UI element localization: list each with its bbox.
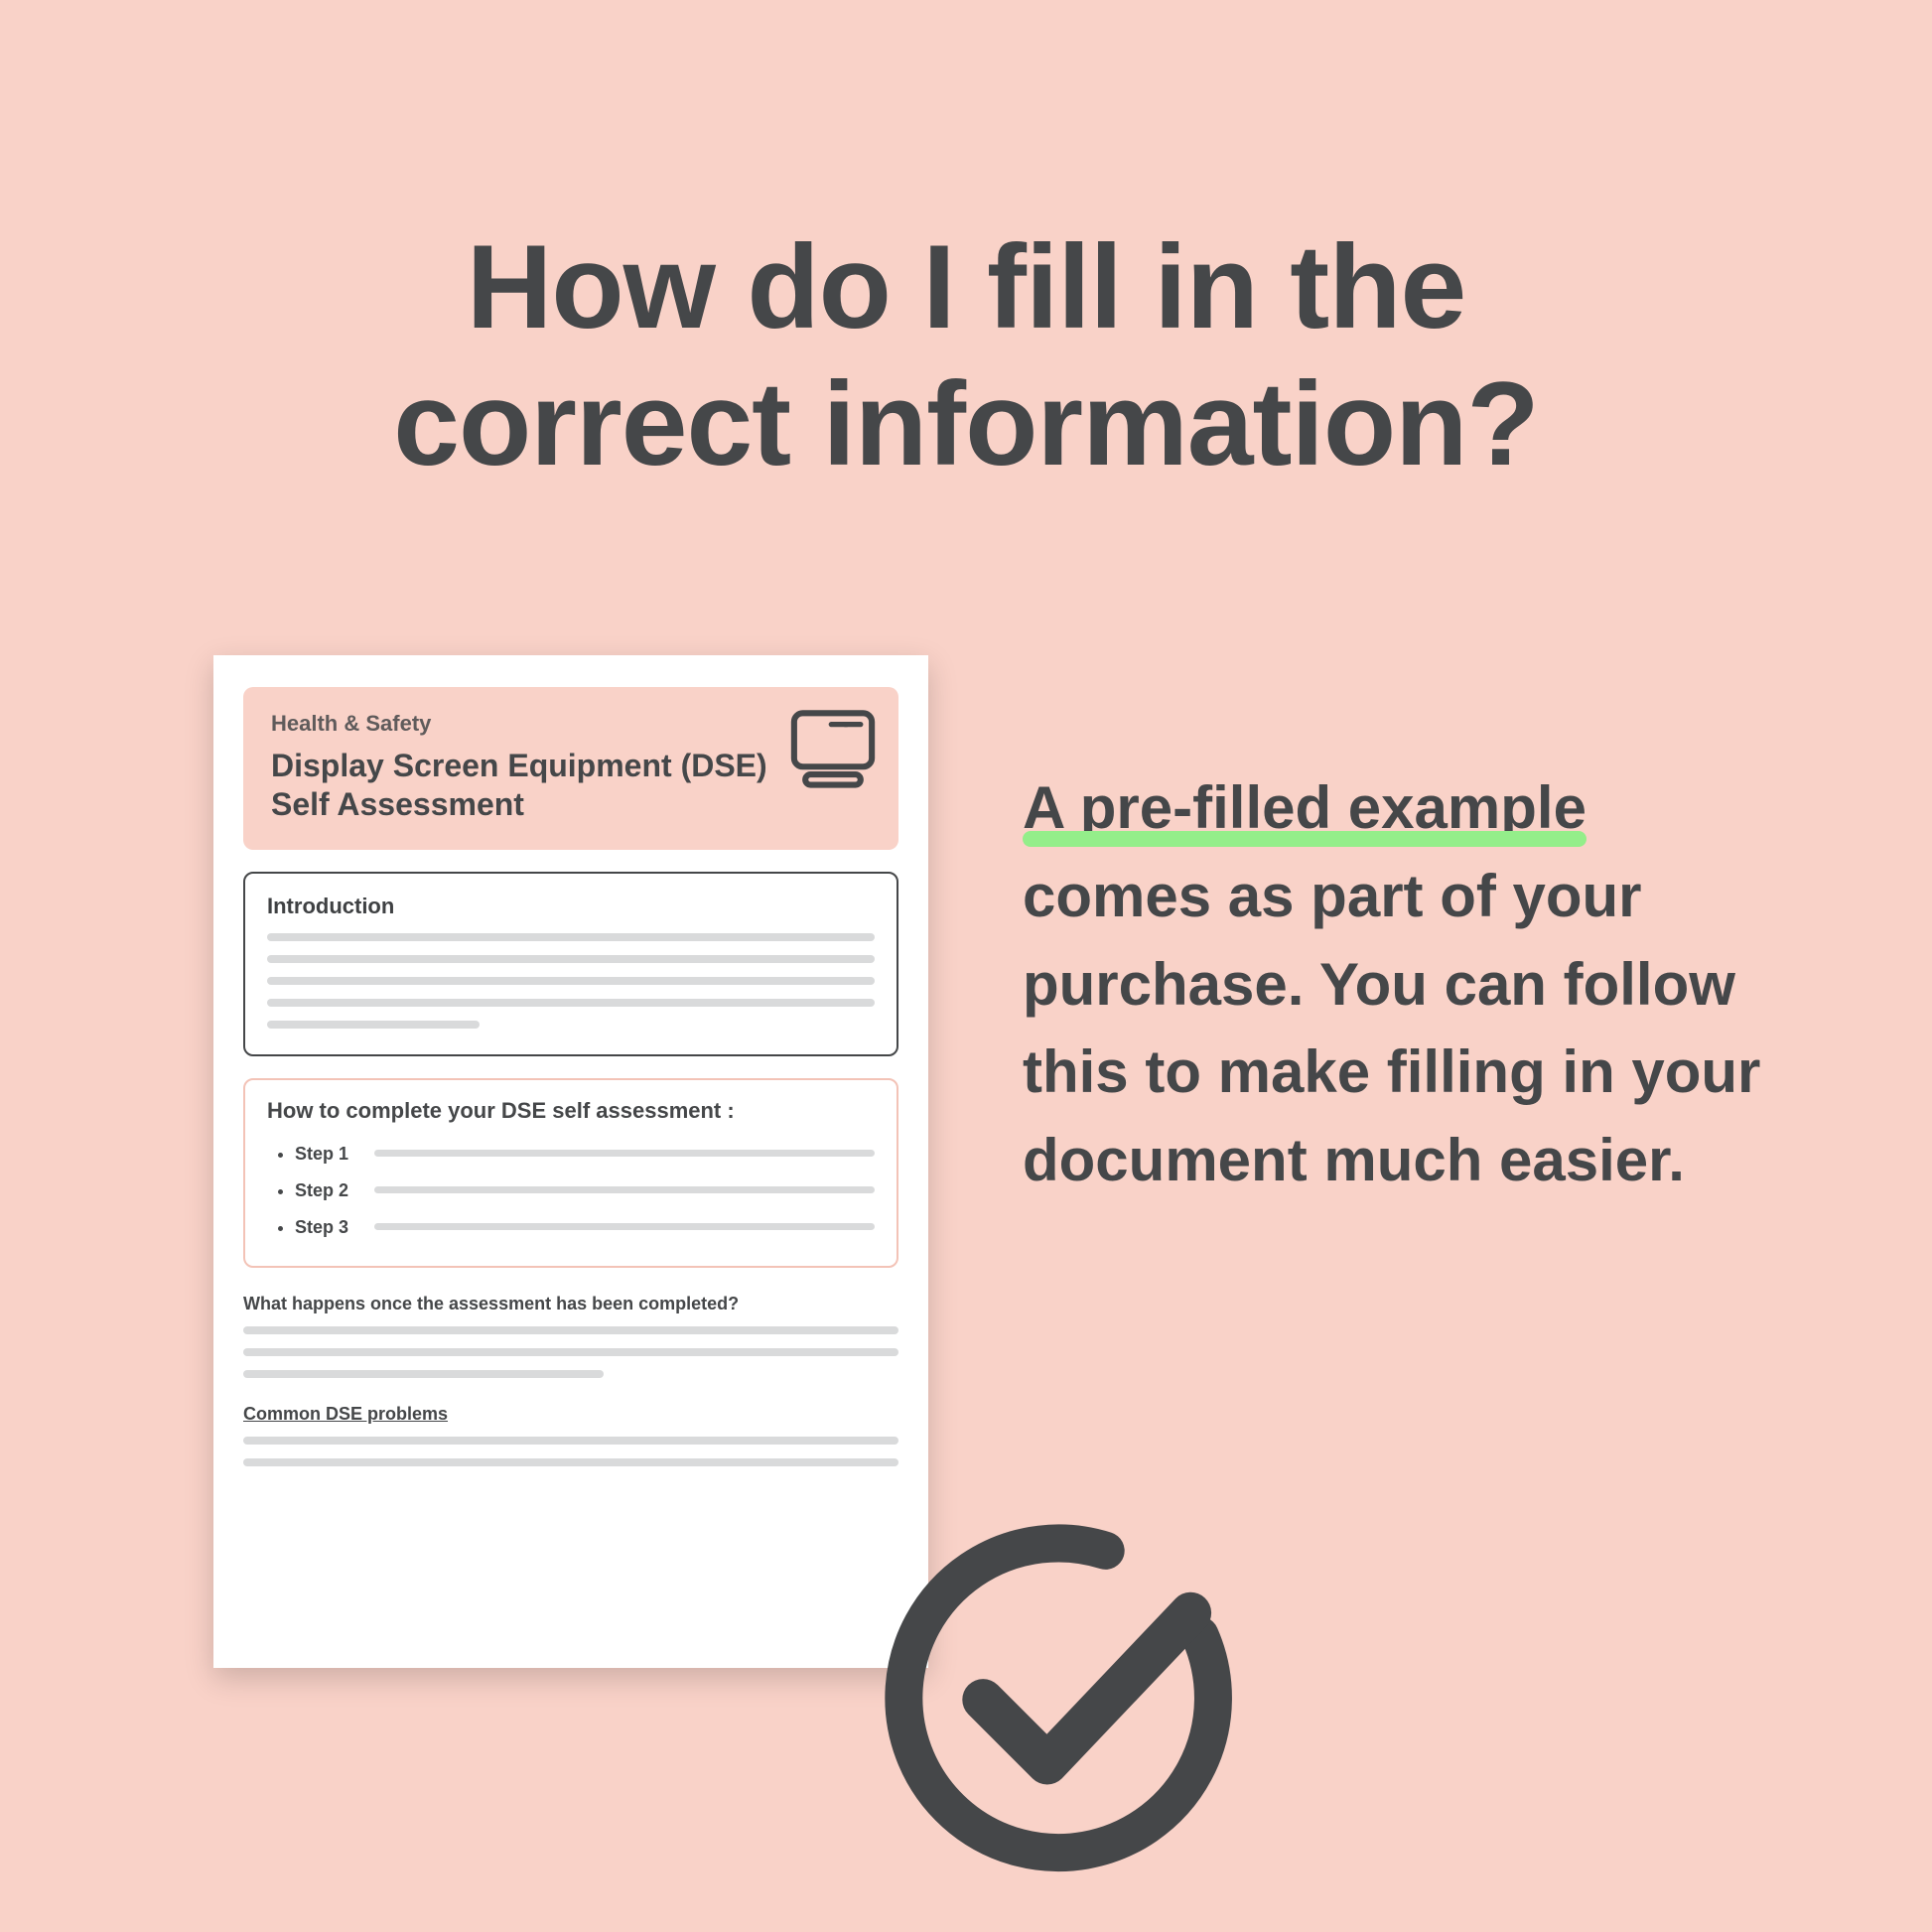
document-header: Health & Safety Display Screen Equipment…: [243, 687, 898, 850]
section-a-title: What happens once the assessment has bee…: [243, 1294, 898, 1314]
section-b-title: Common DSE problems: [243, 1404, 898, 1425]
section-b-lines: [243, 1437, 898, 1466]
intro-placeholder-lines: [267, 933, 875, 1029]
step-item: Step 2: [295, 1173, 875, 1209]
step-item: Step 3: [295, 1209, 875, 1246]
section-a-lines: [243, 1326, 898, 1378]
highlighted-phrase: A pre-filled example: [1023, 774, 1587, 841]
intro-box: Introduction: [243, 872, 898, 1056]
steps-list: Step 1 Step 2 Step 3: [267, 1136, 875, 1246]
description-text: A pre-filled example comes as part of yo…: [1023, 764, 1767, 1205]
description-rest: comes as part of your purchase. You can …: [1023, 863, 1760, 1193]
main-heading: How do I fill in the correct information…: [0, 218, 1932, 492]
checkmark-circle-icon: [874, 1511, 1251, 1888]
monitor-icon: [789, 709, 877, 788]
intro-label: Introduction: [267, 894, 875, 919]
step-item: Step 1: [295, 1136, 875, 1173]
steps-label: How to complete your DSE self assessment…: [267, 1098, 875, 1124]
heading-line-2: correct information?: [393, 357, 1538, 490]
document-preview: Health & Safety Display Screen Equipment…: [213, 655, 928, 1668]
header-kicker: Health & Safety: [271, 711, 871, 737]
heading-line-1: How do I fill in the: [467, 220, 1466, 353]
header-title: Display Screen Equipment (DSE) Self Asse…: [271, 747, 767, 824]
steps-box: How to complete your DSE self assessment…: [243, 1078, 898, 1268]
